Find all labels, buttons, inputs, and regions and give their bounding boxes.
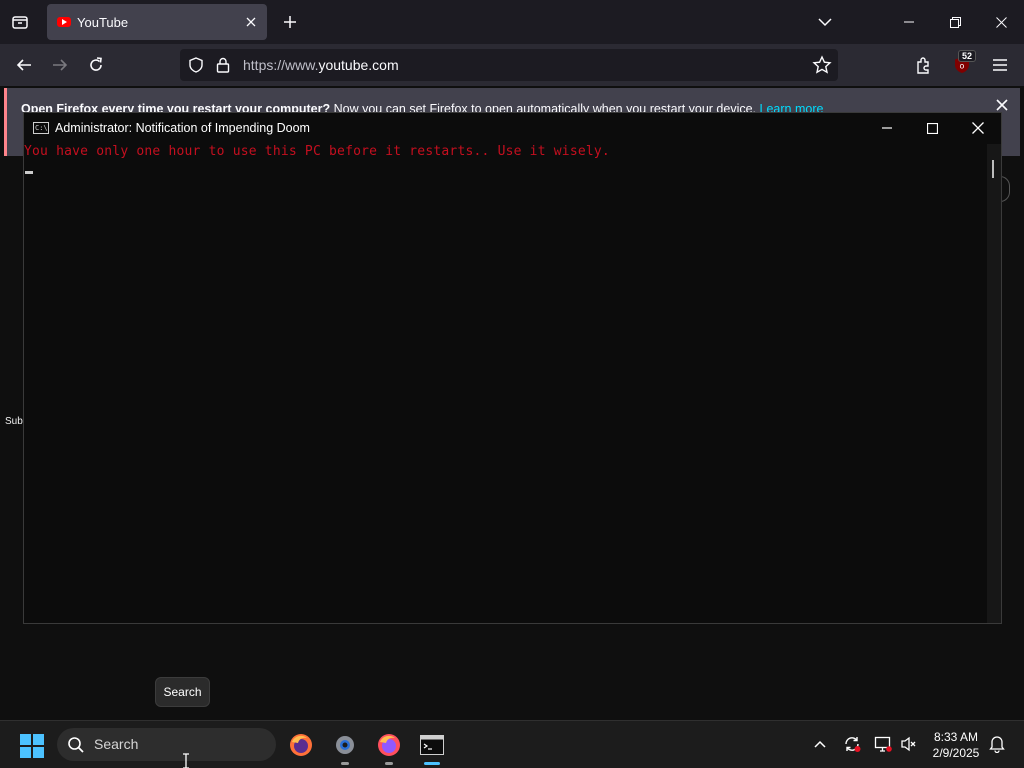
tab-title: YouTube <box>77 14 129 30</box>
address-bar[interactable]: https://www.youtube.com <box>180 49 838 81</box>
taskbar-search-label: Search <box>94 736 139 752</box>
url-domain: youtube.com <box>318 57 399 73</box>
windows-logo-icon <box>20 734 31 745</box>
bookmark-star-icon[interactable] <box>812 55 832 75</box>
cmd-icon: C:\ <box>33 122 49 134</box>
list-all-tabs-button[interactable] <box>809 6 841 38</box>
firefox-icon <box>290 734 312 756</box>
taskbar-clock[interactable]: 8:33 AM 2/9/2025 <box>922 729 990 761</box>
settings-running-indicator <box>341 762 349 765</box>
network-button[interactable] <box>872 733 894 755</box>
lock-icon[interactable] <box>216 57 230 73</box>
extension-badge-count: 52 <box>958 50 977 62</box>
firefox-icon <box>378 734 400 756</box>
taskbar-firefox-alt[interactable] <box>373 729 405 761</box>
close-icon <box>995 16 1007 28</box>
plus-icon <box>284 16 296 28</box>
browser-restore-button[interactable] <box>932 0 978 44</box>
browser-nav-bar: https://www.youtube.com o <box>0 44 1024 86</box>
reload-icon <box>90 57 102 71</box>
search-tooltip: Search <box>155 677 210 707</box>
arrow-left-icon <box>16 59 31 71</box>
start-button[interactable] <box>20 734 44 758</box>
notifications-button[interactable] <box>986 733 1008 755</box>
url-prefix: https://www. <box>243 57 319 73</box>
console-output-line: You have only one hour to use this PC be… <box>24 144 610 159</box>
sync-status-button[interactable] <box>841 733 863 755</box>
firefox-running-indicator <box>385 762 393 765</box>
console-scrollbar[interactable] <box>987 144 1001 623</box>
bell-icon <box>989 736 1005 753</box>
shield-icon[interactable] <box>188 57 204 73</box>
console-scrollbar-thumb[interactable] <box>992 160 994 178</box>
console-cursor <box>25 171 33 174</box>
chevron-up-icon <box>814 740 826 748</box>
close-icon <box>996 99 1008 111</box>
settings-gear-icon <box>336 736 354 754</box>
terminal-icon <box>420 735 444 755</box>
close-icon <box>246 17 256 27</box>
sync-icon <box>845 737 861 752</box>
desktop-screen: YouTube https://www.youtube.com o 52 Ope… <box>0 0 1024 768</box>
puzzle-icon <box>917 57 929 74</box>
taskbar-search-box[interactable]: Search <box>57 728 276 761</box>
console-close-button[interactable] <box>955 113 1001 143</box>
forward-button[interactable] <box>44 49 76 81</box>
maximize-icon <box>926 122 938 134</box>
browser-close-button[interactable] <box>978 0 1024 44</box>
taskbar-settings[interactable] <box>329 729 361 761</box>
reload-button[interactable] <box>80 49 112 81</box>
hamburger-menu-icon <box>993 59 1007 71</box>
clock-date: 2/9/2025 <box>932 746 980 760</box>
console-title-bar[interactable]: C:\ Administrator: Notification of Impen… <box>24 113 1001 143</box>
console-minimize-button[interactable] <box>864 113 910 143</box>
back-button[interactable] <box>8 49 40 81</box>
console-window[interactable]: C:\ Administrator: Notification of Impen… <box>23 112 1002 624</box>
taskbar-firefox[interactable] <box>285 729 317 761</box>
terminal-active-indicator <box>424 762 440 765</box>
youtube-favicon-icon <box>57 17 71 27</box>
browser-minimize-button[interactable] <box>886 0 932 44</box>
console-maximize-button[interactable] <box>909 113 955 143</box>
youtube-sidebar-label[interactable]: Sub <box>5 416 23 427</box>
tab-youtube[interactable]: YouTube <box>47 4 267 40</box>
close-icon <box>972 122 984 134</box>
minimize-icon <box>882 127 892 129</box>
youtube-sidebar-fragment <box>0 156 24 720</box>
volume-muted-icon <box>901 736 916 752</box>
svg-text:o: o <box>960 62 965 71</box>
taskbar: Search 8:33 AM 2/9/2025 <box>0 720 1024 768</box>
volume-button[interactable] <box>898 733 920 755</box>
browser-tab-strip: YouTube <box>0 0 1024 44</box>
app-menu-button[interactable] <box>984 49 1016 81</box>
new-tab-button[interactable] <box>274 6 306 38</box>
restore-icon <box>949 16 961 28</box>
tab-close-button[interactable] <box>239 10 263 34</box>
text-cursor-icon <box>183 753 189 768</box>
firefox-view-icon <box>12 16 28 29</box>
minimize-icon <box>904 21 914 23</box>
url-text[interactable]: https://www.youtube.com <box>243 57 399 73</box>
firefox-view-button[interactable] <box>4 6 36 38</box>
extensions-button[interactable] <box>908 49 940 81</box>
search-icon <box>68 737 84 753</box>
taskbar-terminal[interactable] <box>416 729 448 761</box>
arrow-right-icon <box>53 59 68 71</box>
chevron-down-icon <box>818 18 832 27</box>
console-title: Administrator: Notification of Impending… <box>55 121 310 135</box>
clock-time: 8:33 AM <box>933 730 979 744</box>
show-hidden-icons-button[interactable] <box>809 733 831 755</box>
network-disconnected-icon <box>874 736 892 752</box>
